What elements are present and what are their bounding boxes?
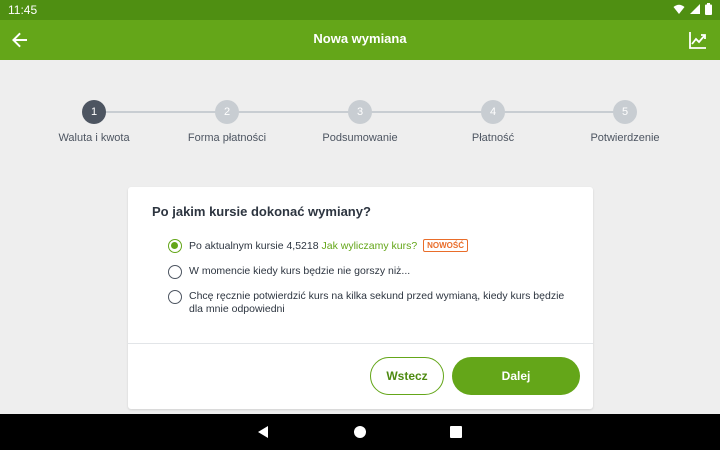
step-number: 5: [613, 100, 637, 124]
wifi-icon: [673, 4, 685, 14]
battery-icon: [705, 3, 712, 15]
status-bar: 11:45: [0, 0, 720, 20]
step-number: 1: [82, 100, 106, 124]
system-icons: [673, 3, 712, 15]
option-label: Chcę ręcznie potwierdzić kurs na kilka s…: [189, 290, 565, 315]
step-label: Forma płatności: [187, 132, 267, 144]
nav-home-icon[interactable]: [352, 424, 368, 440]
option-label: Po aktualnym kursie 4,5218 Jak wyliczamy…: [189, 239, 468, 253]
exchange-rate-card: Po jakim kursie dokonać wymiany? Po aktu…: [128, 187, 593, 409]
next-button[interactable]: Dalej: [452, 357, 580, 395]
option-text: Po aktualnym kursie 4,5218: [189, 240, 319, 252]
option-label: W momencie kiedy kurs będzie nie gorszy …: [189, 265, 411, 277]
radio-button[interactable]: [168, 290, 182, 304]
chart-icon[interactable]: [686, 28, 710, 52]
step-2: 2 Forma płatności: [157, 98, 297, 144]
step-number: 2: [215, 100, 239, 124]
radio-button[interactable]: [168, 265, 182, 279]
radio-button-selected[interactable]: [168, 239, 182, 253]
step-label: Potwierdzenie: [590, 132, 660, 144]
app-bar: Nowa wymiana: [0, 20, 720, 60]
navigation-bar: [0, 414, 720, 450]
progress-stepper: 1 Waluta i kwota 2 Forma płatności 3 Pod…: [0, 98, 720, 158]
option-limit-rate[interactable]: W momencie kiedy kurs będzie nie gorszy …: [168, 265, 410, 279]
page-title: Nowa wymiana: [313, 31, 407, 46]
step-label: Płatność: [471, 132, 515, 144]
step-3: 3 Podsumowanie: [290, 98, 430, 144]
step-1: 1 Waluta i kwota: [24, 98, 164, 144]
rate-info-link[interactable]: Jak wyliczamy kurs?: [322, 240, 418, 252]
new-badge: NOWOŚĆ: [423, 239, 468, 252]
step-label: Waluta i kwota: [58, 132, 130, 144]
step-label: Podsumowanie: [322, 132, 398, 144]
option-manual-confirm[interactable]: Chcę ręcznie potwierdzić kurs na kilka s…: [168, 290, 578, 316]
step-5: 5 Potwierdzenie: [555, 98, 695, 144]
back-button[interactable]: Wstecz: [370, 357, 444, 395]
step-4: 4 Płatność: [423, 98, 563, 144]
nav-recents-icon[interactable]: [448, 424, 464, 440]
option-current-rate[interactable]: Po aktualnym kursie 4,5218 Jak wyliczamy…: [168, 239, 468, 253]
status-time: 11:45: [8, 3, 38, 17]
card-divider: [128, 343, 593, 344]
nav-back-icon[interactable]: [255, 424, 271, 440]
step-number: 4: [481, 100, 505, 124]
step-number: 3: [348, 100, 372, 124]
question-heading: Po jakim kursie dokonać wymiany?: [152, 204, 371, 219]
signal-icon: [690, 4, 700, 14]
